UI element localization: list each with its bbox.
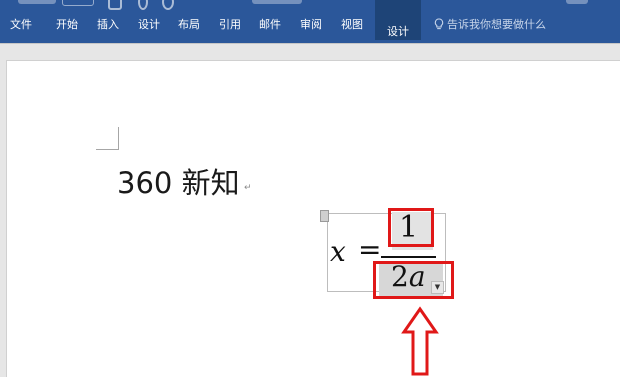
- tell-me-search[interactable]: 告诉我你想要做什么: [434, 13, 546, 37]
- ribbon-separator: [0, 43, 620, 44]
- save-icon[interactable]: [108, 0, 122, 10]
- denominator-highlight-box: [373, 261, 454, 299]
- redo-icon[interactable]: [162, 0, 174, 10]
- title-bar-text-fragment: [252, 0, 302, 4]
- tab-insert[interactable]: 插入: [97, 13, 119, 37]
- tab-view[interactable]: 视图: [341, 13, 363, 37]
- numerator-highlight-box: [388, 208, 434, 247]
- ribbon: 文件 开始 插入 设计 布局 引用 邮件 审阅 视图 设计 告诉我你想要做什么: [0, 0, 620, 43]
- title-bar-text-fragment: [566, 0, 588, 4]
- tab-references[interactable]: 引用: [219, 13, 241, 37]
- title-bar-toggle[interactable]: [62, 0, 94, 6]
- document-page[interactable]: [6, 60, 620, 377]
- paragraph-mark: ↵: [244, 183, 252, 193]
- tab-design[interactable]: 设计: [138, 13, 160, 37]
- margin-corner-mark: [96, 127, 119, 150]
- undo-icon[interactable]: [138, 0, 148, 10]
- tab-home[interactable]: 开始: [56, 13, 78, 37]
- fraction-bar: [381, 256, 436, 258]
- title-bar-strip: [0, 0, 620, 8]
- tab-mailings[interactable]: 邮件: [259, 13, 281, 37]
- document-body-text[interactable]: 360 新知: [117, 160, 240, 202]
- equation-move-handle[interactable]: [320, 210, 329, 222]
- lightbulb-icon: [434, 18, 444, 30]
- tab-file[interactable]: 文件: [10, 13, 32, 37]
- tab-equation-design[interactable]: 设计: [375, 0, 421, 40]
- up-arrow-icon: [401, 306, 439, 376]
- equation-variable[interactable]: x: [330, 235, 346, 268]
- tab-layout[interactable]: 布局: [178, 13, 200, 37]
- tab-review[interactable]: 审阅: [300, 13, 322, 37]
- tell-me-text: 告诉我你想要做什么: [447, 18, 546, 31]
- title-bar-text-fragment: [18, 0, 56, 4]
